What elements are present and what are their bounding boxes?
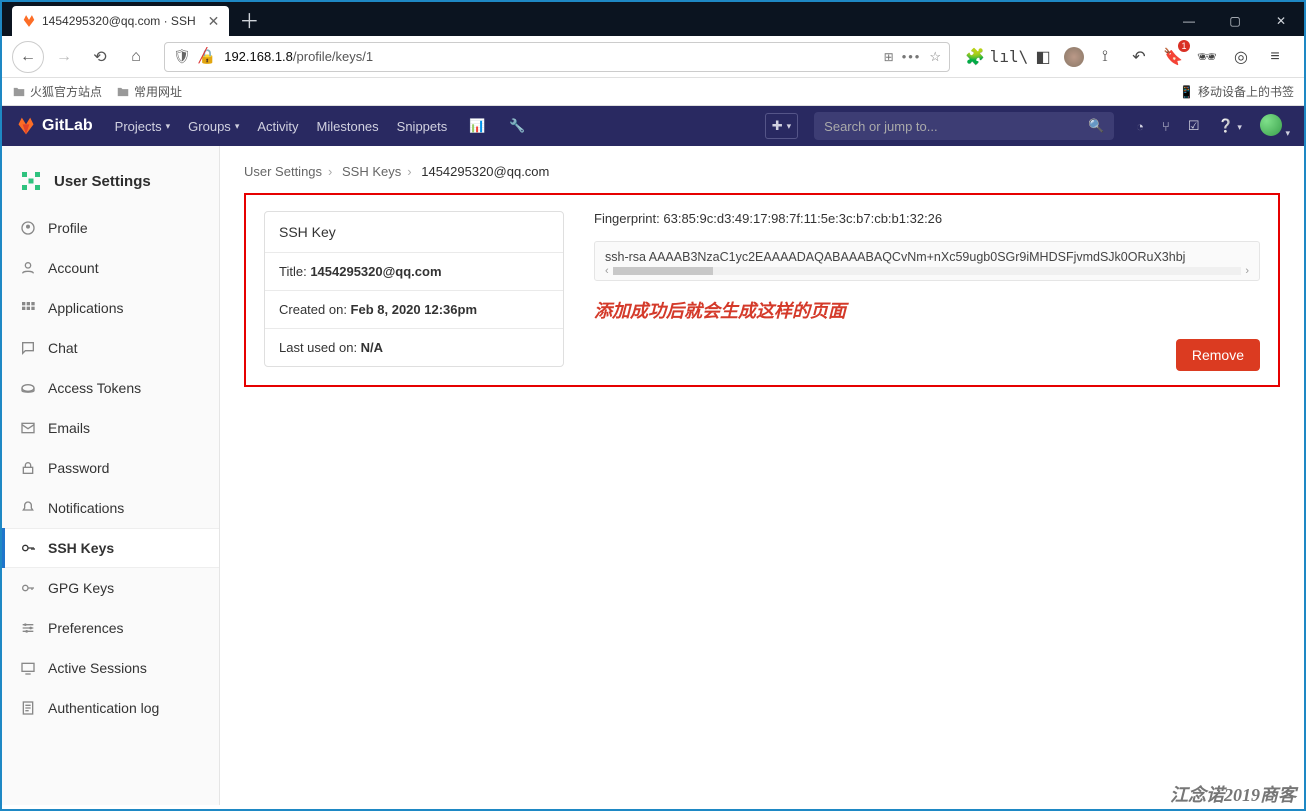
qr-icon[interactable]: ⊞ — [884, 50, 894, 64]
nav-groups[interactable]: Groups ▾ — [188, 119, 239, 134]
sidebar-item-emails[interactable]: Emails — [2, 408, 219, 448]
url-bar[interactable]: 🛡 🔒╱ 192.168.1.8/profile/keys/1 ⊞ ••• ☆ — [164, 42, 950, 72]
merge-requests-icon[interactable]: ⑂ — [1162, 119, 1170, 134]
card-header: SSH Key — [265, 212, 563, 253]
browser-tab[interactable]: 1454295320@qq.com · SSH ✕ — [12, 6, 229, 36]
new-tab-button[interactable]: ＋ — [239, 5, 259, 34]
gitlab-icon — [16, 116, 36, 136]
breadcrumb-sshkeys[interactable]: SSH Keys — [342, 164, 401, 179]
sidebar-item-preferences[interactable]: Preferences — [2, 608, 219, 648]
gitlab-logo[interactable]: GitLab — [16, 116, 93, 136]
breadcrumb: User Settings› SSH Keys› 1454295320@qq.c… — [244, 158, 1280, 193]
user-menu[interactable]: ▾ — [1260, 114, 1290, 139]
meatball-icon[interactable]: ••• — [902, 49, 922, 64]
search-placeholder: Search or jump to... — [824, 119, 937, 134]
sidebar-item-gpg-keys[interactable]: GPG Keys — [2, 568, 219, 608]
library-icon[interactable]: lıl\ — [996, 44, 1022, 70]
sidebar-item-profile[interactable]: Profile — [2, 208, 219, 248]
undo-icon[interactable]: ↶ — [1126, 44, 1152, 70]
global-search[interactable]: Search or jump to... 🔍 — [814, 112, 1114, 140]
keybox-scrollbar[interactable]: ‹› — [605, 264, 1249, 278]
card-row-lastused: Last used on: N/A — [265, 329, 563, 366]
nav-reload-button[interactable]: ⟲ — [84, 41, 116, 73]
sidebar-item-authlog[interactable]: Authentication log — [2, 688, 219, 728]
fingerprint-line: Fingerprint: 63:85:9c:d3:49:17:98:7f:11:… — [594, 211, 1260, 227]
nav-admin-icon[interactable]: 🔧 — [507, 118, 527, 134]
extensions-icon[interactable]: 🧩 — [962, 44, 988, 70]
sidebar-icon[interactable]: ◧ — [1030, 44, 1056, 70]
nav-home-button[interactable]: ⌂ — [120, 41, 152, 73]
issues-icon[interactable]: ◔ — [1136, 119, 1144, 134]
help-icon[interactable]: ❔ ▾ — [1218, 118, 1242, 134]
tab-close-icon[interactable]: ✕ — [208, 13, 220, 30]
sidebar-item-applications[interactable]: Applications — [2, 288, 219, 328]
highlighted-region: SSH Key Title: 1454295320@qq.com Created… — [244, 193, 1280, 387]
watermark-text: 江念诺2019商客 — [1170, 781, 1296, 807]
breadcrumb-current: 1454295320@qq.com — [421, 164, 549, 179]
tab-title: 1454295320@qq.com · SSH — [42, 14, 196, 28]
notifications-icon[interactable]: 🔖 — [1160, 44, 1186, 70]
nav-activity[interactable]: Activity — [257, 119, 298, 134]
ssh-key-text[interactable]: ssh-rsa AAAAB3NzaC1yc2EAAAADAQABAAABAQCv… — [594, 241, 1260, 281]
card-row-title: Title: 1454295320@qq.com — [265, 253, 563, 291]
remove-button[interactable]: Remove — [1176, 339, 1260, 371]
plus-menu[interactable]: ✚ ▾ — [765, 113, 798, 139]
tracking-shield-icon[interactable]: 🛡 — [173, 48, 191, 65]
sidebar-item-notifications[interactable]: Notifications — [2, 488, 219, 528]
nav-analytics-icon[interactable]: 📊 — [467, 118, 487, 134]
card-row-created: Created on: Feb 8, 2020 12:36pm — [265, 291, 563, 329]
nav-back-button[interactable]: ← — [12, 41, 44, 73]
sidebar-item-account[interactable]: Account — [2, 248, 219, 288]
settings-sidebar: User Settings Profile Account Applicatio… — [2, 146, 220, 805]
app-menu-icon[interactable]: ≡ — [1262, 44, 1288, 70]
window-close[interactable]: ✕ — [1258, 6, 1304, 36]
addon-shield-icon[interactable]: ◎ — [1228, 44, 1254, 70]
sidebar-item-sessions[interactable]: Active Sessions — [2, 648, 219, 688]
url-text: 192.168.1.8/profile/keys/1 — [224, 49, 875, 64]
sidebar-item-tokens[interactable]: Access Tokens — [2, 368, 219, 408]
nav-milestones[interactable]: Milestones — [317, 119, 379, 134]
nav-snippets[interactable]: Snippets — [397, 119, 448, 134]
bookmark-mobile[interactable]: 📱移动设备上的书签 — [1179, 83, 1294, 100]
sidebar-title: User Settings — [2, 160, 219, 208]
ssh-key-card: SSH Key Title: 1454295320@qq.com Created… — [264, 211, 564, 367]
mask-icon[interactable]: 🕶 — [1194, 44, 1220, 70]
profile-avatar-icon[interactable] — [1064, 47, 1084, 67]
insecure-icon[interactable]: 🔒╱ — [199, 48, 216, 65]
sidebar-item-chat[interactable]: Chat — [2, 328, 219, 368]
annotation-text: 添加成功后就会生成这样的页面 — [594, 297, 1260, 323]
bookmark-folder-official[interactable]: 火狐官方站点 — [12, 83, 102, 100]
nav-projects[interactable]: Projects ▾ — [115, 119, 171, 134]
screenshot-icon[interactable]: ⟟ — [1092, 44, 1118, 70]
sidebar-item-ssh-keys[interactable]: SSH Keys — [2, 528, 219, 568]
bookmark-folder-common[interactable]: 常用网址 — [116, 83, 182, 100]
window-minimize[interactable]: — — [1166, 6, 1212, 36]
search-icon: 🔍 — [1088, 118, 1104, 134]
nav-forward-button[interactable]: → — [48, 41, 80, 73]
todos-icon[interactable]: ☑ — [1188, 118, 1200, 134]
window-maximize[interactable]: ▢ — [1212, 6, 1258, 36]
breadcrumb-settings[interactable]: User Settings — [244, 164, 322, 179]
sidebar-item-password[interactable]: Password — [2, 448, 219, 488]
settings-app-icon — [18, 168, 44, 194]
bookmark-star-icon[interactable]: ☆ — [929, 49, 941, 65]
gitlab-favicon — [22, 14, 36, 28]
